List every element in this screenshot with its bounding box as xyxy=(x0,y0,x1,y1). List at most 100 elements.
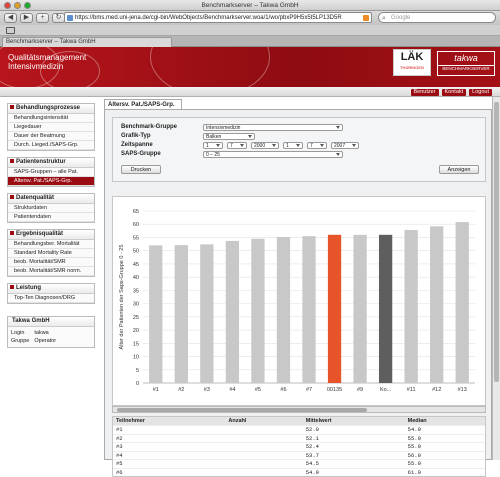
chart-scrollbar[interactable] xyxy=(112,406,486,413)
sidebar-group-ergebnisqualitaet: Ergebnisqualität Behandlungsber. Mortali… xyxy=(7,229,95,277)
table-cell: #3 xyxy=(113,442,226,451)
y-tick-label: 15 xyxy=(133,341,139,347)
to-day-select[interactable]: 1 xyxy=(283,142,303,149)
table-row: #1 52.0 54.0 xyxy=(113,425,485,434)
bar xyxy=(455,222,469,383)
zoom-window-button[interactable] xyxy=(24,2,31,9)
lak-logo-sub: THÜRINGEN xyxy=(400,65,424,70)
sidebar-item[interactable]: Standard Mortality Rate xyxy=(8,249,94,258)
table-cell: 61.0 xyxy=(404,467,485,476)
info-value: Operator xyxy=(34,338,57,344)
bullet-icon xyxy=(10,231,14,236)
to-year-select[interactable]: 2007 xyxy=(331,142,359,149)
bar xyxy=(378,234,393,383)
site-icon xyxy=(67,15,73,21)
address-bar[interactable]: https://bms.med.uni-jena.de/cgi-bin/WebO… xyxy=(64,12,372,23)
bar xyxy=(174,245,188,383)
sidebar-group-patientenstruktur: Patientenstruktur SAPS-Gruppen – alle Pa… xyxy=(7,157,95,187)
minimize-window-button[interactable] xyxy=(14,2,21,9)
table-cell: 54.9 xyxy=(302,467,405,476)
rss-icon[interactable] xyxy=(363,15,369,21)
from-day-select[interactable]: 1 xyxy=(203,142,223,149)
scroll-thumb[interactable] xyxy=(117,408,367,412)
page-scroll-thumb[interactable] xyxy=(494,102,499,382)
sidebar-item[interactable]: SAPS-Gruppen – alle Pat. xyxy=(8,168,94,177)
sidebar-group-title[interactable]: Leistung xyxy=(8,284,94,294)
x-tick-label: #1 xyxy=(153,387,159,393)
x-tick-label: #13 xyxy=(458,387,467,393)
table-cell: #4 xyxy=(113,450,226,460)
sidebar-item-selected[interactable]: Altersv. Pat./SAPS-Grp. xyxy=(8,177,94,186)
lak-logo: LÄK THÜRINGEN xyxy=(393,49,431,76)
sidebar-item[interactable]: Liegedauer xyxy=(8,123,94,132)
bar xyxy=(404,230,418,383)
forward-button[interactable]: ▶ xyxy=(20,13,33,23)
to-month-select[interactable]: 7 xyxy=(307,142,327,149)
search-icon: ⌕ xyxy=(382,15,386,22)
saps-label: SAPS-Gruppe xyxy=(121,151,161,157)
nav-benutzer[interactable]: Benutzer xyxy=(410,89,439,96)
page-scrollbar[interactable] xyxy=(492,97,500,460)
y-tick-label: 50 xyxy=(133,249,139,255)
nav-kontakt[interactable]: Kontakt xyxy=(441,89,467,96)
sidebar-item[interactable]: Patientendaten xyxy=(8,213,94,222)
sidebar-item[interactable]: beob. Mortalität/SMR xyxy=(8,258,94,267)
sidebar-item[interactable]: Dauer der Beatmung xyxy=(8,132,94,141)
sidebar-group-title[interactable]: Ergebnisqualität xyxy=(8,230,94,240)
table-cell: #6 xyxy=(113,467,226,476)
nav-logout[interactable]: Logout xyxy=(469,89,492,96)
zeitspanne-label: Zeitspanne xyxy=(121,142,153,148)
col-mittelwert: Mittelwert xyxy=(302,417,405,426)
y-tick-label: 45 xyxy=(133,262,139,268)
x-tick-label: #3 xyxy=(204,387,210,393)
benchmark-label: Benchmark-Gruppe xyxy=(121,124,178,130)
sidebar-item[interactable]: Behandlungsintensität xyxy=(8,114,94,123)
y-tick-label: 30 xyxy=(133,302,139,308)
x-tick-label: #6 xyxy=(280,387,286,393)
user-info-title: Takwa GmbH xyxy=(8,317,94,327)
search-input[interactable]: ⌕ Google xyxy=(378,12,496,23)
from-month-select[interactable]: 7 xyxy=(227,142,247,149)
x-tick-label: 00135 xyxy=(327,387,342,393)
sidebar-item[interactable]: Behandlungsber. Mortalität xyxy=(8,240,94,249)
top-nav: Benutzer Kontakt Logout xyxy=(410,89,492,96)
info-label: Gruppe xyxy=(11,338,30,344)
site-header: Qualitätsmanagement Intensivmedizin LÄK … xyxy=(0,47,500,87)
x-tick-label: #5 xyxy=(255,387,261,393)
col-teilnehmer: Teilnehmer xyxy=(113,417,226,426)
sidebar-item[interactable]: Strukturdaten xyxy=(8,204,94,213)
bookmarks-book-icon[interactable] xyxy=(6,27,15,34)
from-year-select[interactable]: 2000 xyxy=(251,142,279,149)
browser-tab[interactable]: Benchmarkserver – Takwa GmbH xyxy=(2,37,172,47)
filter-form: Benchmark-Gruppe Intensivmedizin Grafik-… xyxy=(112,117,486,182)
sidebar-group-title[interactable]: Datenqualität xyxy=(8,194,94,204)
benchmark-select[interactable]: Intensivmedizin xyxy=(203,124,343,131)
y-tick-label: 60 xyxy=(133,222,139,228)
add-bookmark-button[interactable]: + xyxy=(36,13,49,23)
y-tick-label: 40 xyxy=(133,275,139,281)
back-button[interactable]: ◀ xyxy=(4,13,17,23)
lak-logo-text: LÄK xyxy=(400,51,424,63)
table-cell: 52.1 xyxy=(302,433,405,443)
table-cell: 53.7 xyxy=(302,450,405,460)
sidebar: Behandlungsprozesse Behandlungsintensitä… xyxy=(7,97,95,348)
show-button[interactable]: Anzeigen xyxy=(439,165,479,174)
y-tick-label: 0 xyxy=(136,381,139,387)
y-tick-label: 5 xyxy=(136,368,139,374)
x-tick-label: #11 xyxy=(407,387,416,393)
y-tick-label: 20 xyxy=(133,328,139,334)
sidebar-item[interactable]: Top-Ten Diagnosen/DRG xyxy=(8,294,94,303)
sidebar-group-title[interactable]: Behandlungsprozesse xyxy=(8,104,94,114)
sidebar-group-leistung: Leistung Top-Ten Diagnosen/DRG xyxy=(7,283,95,304)
table-cell: #2 xyxy=(113,433,226,443)
saps-select[interactable]: 0 – 25 xyxy=(203,151,343,158)
sidebar-item[interactable]: Durch. Lieged./SAPS-Grp. xyxy=(8,141,94,150)
sidebar-group-title[interactable]: Patientenstruktur xyxy=(8,158,94,168)
print-button[interactable]: Drucken xyxy=(121,165,161,174)
bookmarks-bar xyxy=(0,25,500,36)
close-window-button[interactable] xyxy=(4,2,11,9)
sidebar-item[interactable]: beob. Mortalität/SMR norm. xyxy=(8,267,94,276)
top-nav-bar: Benutzer Kontakt Logout xyxy=(0,87,500,97)
grafik-select[interactable]: Balken xyxy=(203,133,255,140)
tab-bar: Benchmarkserver – Takwa GmbH xyxy=(0,36,500,47)
